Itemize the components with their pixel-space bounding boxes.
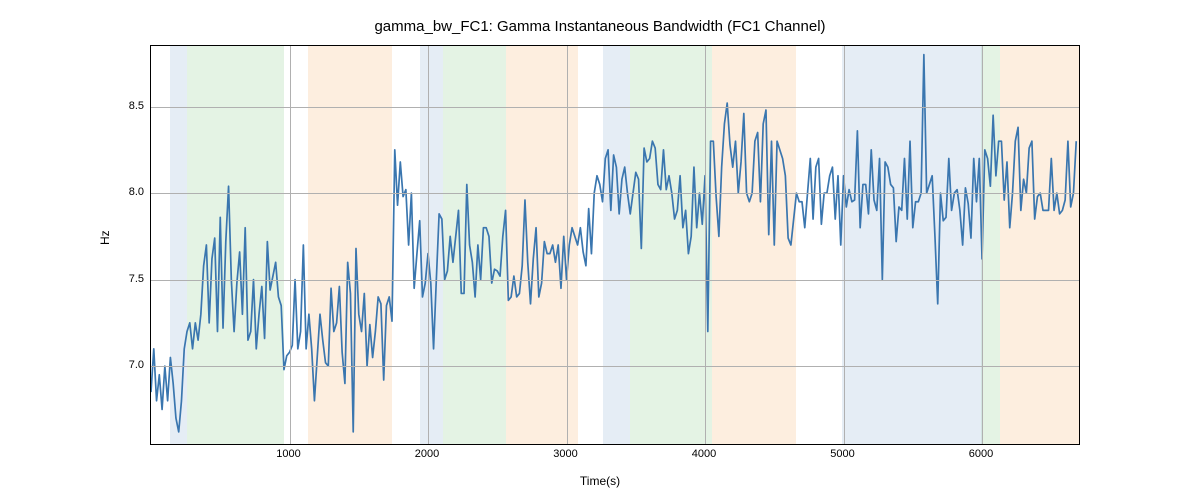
x-tick-label: 3000: [553, 448, 577, 460]
y-tick-label: 7.5: [129, 273, 144, 285]
chart-container: gamma_bw_FC1: Gamma Instantaneous Bandwi…: [0, 0, 1200, 500]
x-tick-label: 2000: [415, 448, 439, 460]
y-tick-label: 8.0: [129, 186, 144, 198]
x-tick-label: 4000: [692, 448, 716, 460]
grid-line-horizontal: [151, 280, 1079, 281]
y-tick-label: 8.5: [129, 100, 144, 112]
x-tick-label: 1000: [276, 448, 300, 460]
plot-area: [150, 45, 1080, 445]
x-tick-label: 6000: [969, 448, 993, 460]
grid-line-horizontal: [151, 366, 1079, 367]
grid-line-horizontal: [151, 193, 1079, 194]
x-axis-label: Time(s): [0, 474, 1200, 488]
y-axis-label: Hz: [98, 230, 112, 245]
chart-title: gamma_bw_FC1: Gamma Instantaneous Bandwi…: [0, 18, 1200, 35]
y-tick-label: 7.0: [129, 359, 144, 371]
x-tick-label: 5000: [830, 448, 854, 460]
grid-line-horizontal: [151, 107, 1079, 108]
